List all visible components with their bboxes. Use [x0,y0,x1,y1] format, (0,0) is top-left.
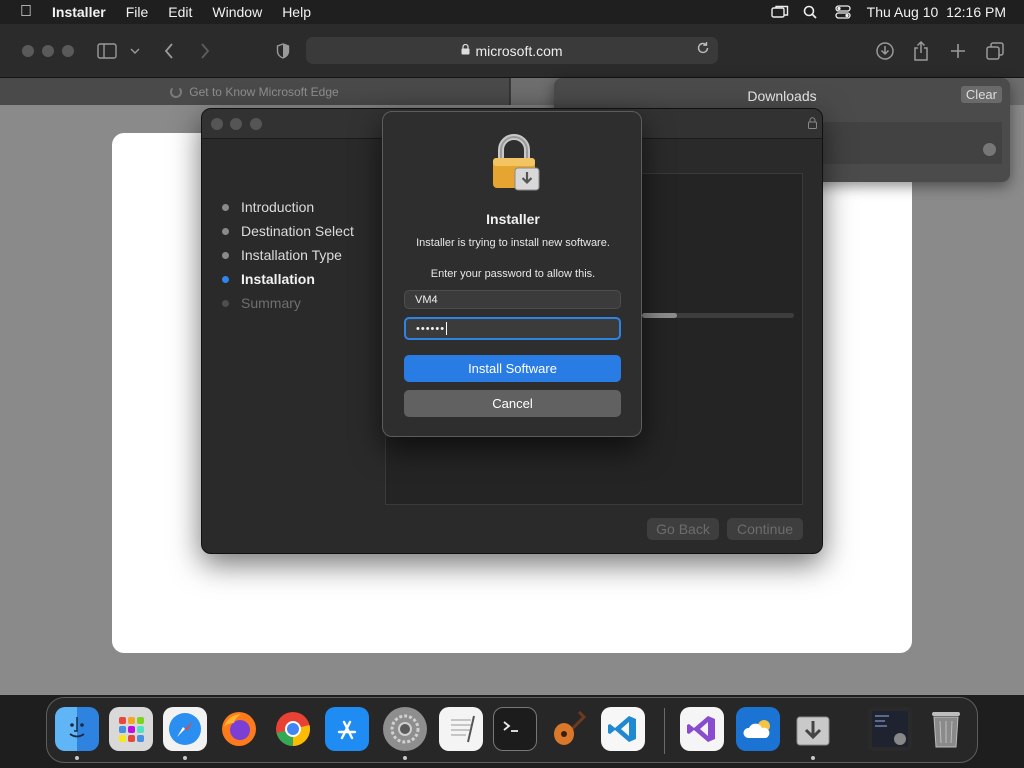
step-bullet [222,203,229,211]
install-software-button[interactable]: Install Software [404,355,621,382]
text-caret [446,322,448,335]
password-value: •••••• [416,322,446,335]
running-indicator [811,756,815,760]
system-settings-icon[interactable] [383,707,427,751]
share-icon[interactable] [910,38,932,64]
window-minimize-button[interactable] [42,45,54,57]
step-bullet [222,299,229,307]
continue-button[interactable]: Continue [727,518,803,540]
password-field[interactable]: •••••• [404,317,621,340]
address-bar[interactable]: microsoft.com [306,37,718,64]
apple-menu-icon[interactable]:  [0,3,52,21]
running-indicator [183,756,187,760]
tab-title: Get to Know Microsoft Edge [189,84,339,99]
reload-icon[interactable] [696,41,710,58]
terminal-icon[interactable] [493,707,537,751]
auth-dialog-title: Installer [486,211,540,227]
username-field[interactable]: VM4 [404,290,621,309]
installer-icon[interactable] [791,707,835,751]
visual-studio-icon[interactable] [680,707,724,751]
browser-toolbar: microsoft.com [0,24,1024,78]
menu-file[interactable]: File [116,4,159,20]
menu-edit[interactable]: Edit [158,4,202,20]
step-label: Summary [241,295,301,311]
sidebar-toggle-icon[interactable] [96,38,118,64]
lock-icon [461,43,470,58]
downloads-stack-icon[interactable] [868,707,912,751]
chevron-down-icon[interactable] [128,38,142,64]
step-bullet-active [222,275,229,283]
running-indicator [75,756,79,760]
installer-minimize-button[interactable] [230,118,242,130]
new-tab-icon[interactable] [947,38,969,64]
step-summary: Summary [222,291,354,315]
installer-close-button[interactable] [211,118,223,130]
trash-icon[interactable] [924,707,968,751]
app-store-icon[interactable] [325,707,369,751]
safari-icon[interactable] [163,707,207,751]
step-bullet [222,227,229,235]
download-item[interactable] [822,122,1002,164]
dock [46,697,978,763]
tab-edge[interactable]: Get to Know Microsoft Edge [0,78,510,105]
step-installation-type: Installation Type [222,243,354,267]
step-label: Installation [241,271,315,287]
menu-window[interactable]: Window [202,4,272,20]
menu-clock[interactable]: Thu Aug 10 12:16 PM [867,4,1006,20]
menu-bar:  Installer File Edit Window Help Thu Au… [0,0,1024,24]
reveal-in-finder-icon[interactable] [983,143,996,156]
tab-overview-icon[interactable] [984,38,1006,64]
username-value: VM4 [415,293,438,306]
cancel-button[interactable]: Cancel [404,390,621,417]
step-destination-select: Destination Select [222,219,354,243]
firefox-icon[interactable] [217,707,261,751]
step-bullet [222,251,229,259]
downloads-icon[interactable] [874,38,896,64]
textedit-icon[interactable] [439,707,483,751]
auth-dialog: Installer Installer is trying to install… [382,111,642,437]
step-label: Destination Select [241,223,354,239]
install-progress-fill [642,313,677,318]
step-label: Introduction [241,199,315,215]
padlock-installer-icon [487,132,543,194]
window-zoom-button[interactable] [62,45,74,57]
onedrive-icon[interactable] [736,707,780,751]
finder-icon[interactable] [55,707,99,751]
dock-separator [664,708,665,754]
running-indicator [403,756,407,760]
installer-zoom-button[interactable] [250,118,262,130]
downloads-clear-button[interactable]: Clear [960,86,1002,103]
installer-steps: Introduction Destination Select Installa… [222,195,354,315]
lock-icon [808,116,817,129]
back-icon[interactable] [160,38,178,64]
chrome-icon[interactable] [271,707,315,751]
vscode-icon[interactable] [601,707,645,751]
go-back-button[interactable]: Go Back [647,518,719,540]
auth-dialog-prompt: Enter your password to allow this. [430,268,596,280]
screen-mirroring-icon[interactable] [770,5,788,19]
menu-app-name[interactable]: Installer [52,4,116,20]
downloads-title: Downloads [747,88,817,104]
address-text: microsoft.com [475,42,563,59]
window-close-button[interactable] [22,45,34,57]
menu-help[interactable]: Help [272,4,321,20]
search-icon[interactable] [803,5,819,19]
step-introduction: Introduction [222,195,354,219]
loading-spinner-icon [170,85,183,98]
privacy-shield-icon[interactable] [274,38,292,64]
forward-icon[interactable] [196,38,214,64]
install-progress-bar [642,313,794,318]
step-installation: Installation [222,267,354,291]
step-label: Installation Type [241,247,342,263]
garageband-icon[interactable] [547,707,591,751]
control-center-icon[interactable] [835,5,851,19]
auth-dialog-message: Installer is trying to install new softw… [416,237,610,249]
launchpad-icon[interactable] [109,707,153,751]
